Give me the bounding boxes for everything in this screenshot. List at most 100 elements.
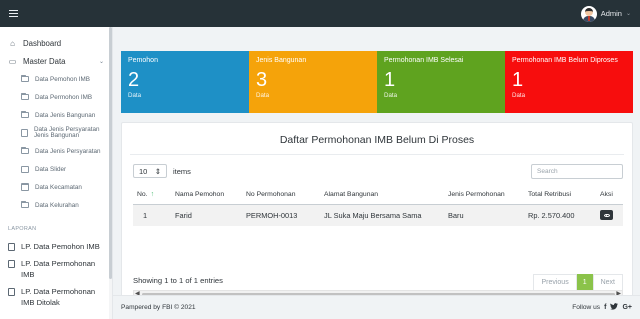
column-header-jenis[interactable]: Jenis Permohonan — [444, 185, 524, 205]
view-button[interactable] — [600, 210, 613, 221]
sidebar-item-label: Dashboard — [23, 38, 62, 48]
table-panel: Daftar Permohonan IMB Belum Di Proses 10… — [121, 122, 633, 310]
sidebar-subitem-label: Data Pemohon IMB — [35, 75, 90, 83]
calendar-icon — [21, 183, 29, 191]
sidebar-subitem-label: Data Jenis Persyaratan — [35, 147, 101, 155]
pagination-page-1[interactable]: 1 — [576, 274, 593, 291]
folder-icon: ▭ — [8, 56, 17, 66]
stat-card-value: 1 — [384, 69, 396, 91]
cell-total: Rp. 2.570.400 — [524, 204, 596, 226]
entries-length-select[interactable]: 10 ⇕ — [133, 164, 167, 178]
stat-cards: Pemohon 2 Data Jenis Bangunan 3 Data Per… — [121, 51, 633, 113]
column-header-label: No. — [137, 190, 148, 198]
document-icon — [8, 243, 15, 251]
folder-icon — [21, 110, 29, 118]
cell-no: 1 — [133, 204, 171, 226]
pagination-previous[interactable]: Previous — [533, 274, 577, 291]
stat-card-imb-belum-diproses: Permohonan IMB Belum Diproses 1 Data — [505, 51, 633, 113]
column-header-total[interactable]: Total Retribusi — [524, 185, 596, 205]
folder-icon — [21, 74, 29, 82]
chevron-down-icon[interactable]: ⌄ — [626, 10, 631, 17]
stat-card-label: Permohonan IMB Belum Diproses — [512, 57, 618, 64]
column-header-nama[interactable]: Nama Pemohon — [171, 185, 242, 205]
sidebar-subitem-data-jenis-persyaratan-bangunan[interactable]: Data Jenis Persyaratan Jenis Bangunan — [0, 124, 112, 142]
stat-card-label: Permohonan IMB Selesai — [384, 57, 464, 64]
entries-length-suffix: items — [173, 166, 191, 176]
avatar[interactable] — [580, 5, 597, 22]
stat-card-sub: Data — [384, 92, 398, 99]
cell-nama: Farid — [171, 204, 242, 226]
folder-icon — [21, 200, 29, 208]
sidebar-scrollbar[interactable] — [109, 27, 112, 319]
sidebar-item-label: LP. Data Pemohon IMB — [21, 242, 100, 251]
sidebar-subitem-label: Data Slider — [35, 165, 67, 173]
sidebar-item-dashboard[interactable]: ⌂ Dashboard — [0, 34, 112, 52]
divider — [130, 154, 624, 155]
data-table: No. ↑ Nama Pemohon No Permohonan Alamat B… — [133, 185, 623, 226]
document-icon — [8, 288, 15, 296]
cell-jenis: Baru — [444, 204, 524, 226]
sidebar-subitem-label: Data Jenis Persyaratan Jenis Bangunan — [34, 126, 99, 140]
search-input[interactable]: Search — [531, 164, 623, 179]
sidebar-subitem-label-line2: Jenis Bangunan — [34, 132, 80, 139]
sidebar-scrollbar-thumb[interactable] — [109, 27, 112, 279]
cell-nomor: PERMOH-0013 — [242, 204, 320, 226]
stat-card-value: 2 — [128, 69, 140, 91]
chevron-down-icon[interactable]: ⌄ — [99, 58, 104, 65]
document-icon — [8, 260, 15, 268]
folder-icon — [21, 146, 29, 154]
sidebar-item-lp-data-permohonan-imb-ditolak[interactable]: LP. Data Permohonan IMB Ditolak — [0, 283, 112, 311]
stat-card-jenis-bangunan: Jenis Bangunan 3 Data — [249, 51, 377, 113]
footer-credit-suffix: © 2021 — [174, 304, 196, 311]
table-row: 1 Farid PERMOH-0013 JL Suka Maju Bersama… — [133, 204, 623, 226]
cell-aksi — [596, 204, 623, 226]
stat-card-pemohon: Pemohon 2 Data — [121, 51, 249, 113]
sidebar-subitem-data-slider[interactable]: Data Slider — [0, 160, 112, 178]
follow-us-label: Follow us — [572, 304, 601, 311]
sidebar-subitem-label: Data Kecamatan — [35, 183, 82, 191]
stat-card-label: Jenis Bangunan — [256, 57, 307, 64]
select-caret-icon: ⇕ — [154, 166, 161, 176]
column-header-alamat[interactable]: Alamat Bangunan — [320, 185, 444, 205]
sidebar-subitem-data-jenis-bangunan[interactable]: Data Jenis Bangunan — [0, 106, 112, 124]
sidebar-item-label: LP. Data Permohonan IMB Ditolak — [21, 287, 96, 307]
sidebar-item-master-data[interactable]: ▭ Master Data ⌄ — [0, 52, 112, 70]
sidebar-subitem-data-permohon-imb[interactable]: Data Permohon IMB — [0, 88, 112, 106]
stat-card-sub: Data — [512, 92, 526, 99]
home-icon: ⌂ — [10, 38, 15, 48]
column-header-nomor[interactable]: No Permohonan — [242, 185, 320, 205]
footer-social: Follow us f G+ — [572, 303, 632, 312]
entries-length-value: 10 — [139, 166, 148, 176]
sidebar-item-label: LP. Data Permohonan IMB — [21, 259, 96, 279]
stat-card-label: Pemohon — [128, 57, 158, 64]
footer-credit-prefix: Pampered by — [121, 304, 161, 311]
user-name[interactable]: Admin — [601, 9, 622, 18]
sidebar-subitem-data-kecamatan[interactable]: Data Kecamatan — [0, 178, 112, 196]
hamburger-menu-icon[interactable] — [9, 10, 18, 17]
sidebar-subitem-data-pemohon-imb[interactable]: Data Pemohon IMB — [0, 70, 112, 88]
image-icon — [21, 165, 29, 173]
entries-length-control: 10 ⇕ items — [133, 164, 191, 178]
sidebar-subitem-label: Data Permohon IMB — [35, 93, 93, 101]
pagination-next[interactable]: Next — [592, 274, 623, 291]
twitter-icon[interactable] — [610, 303, 619, 312]
eye-icon — [603, 213, 610, 218]
sidebar-subitem-data-kelurahan[interactable]: Data Kelurahan — [0, 196, 112, 214]
column-header-no[interactable]: No. ↑ — [133, 185, 171, 205]
user-menu[interactable]: Admin ⌄ — [580, 5, 631, 22]
column-header-aksi[interactable]: Aksi — [596, 185, 623, 205]
facebook-icon[interactable]: f — [604, 304, 606, 311]
sort-asc-icon[interactable]: ↑ — [151, 191, 155, 198]
table-info: Showing 1 to 1 of 1 entries — [133, 276, 223, 285]
main-content: Pemohon 2 Data Jenis Bangunan 3 Data Per… — [113, 27, 640, 310]
top-navbar: Admin ⌄ — [0, 0, 640, 27]
file-icon — [21, 129, 28, 137]
folder-icon — [21, 92, 29, 100]
sidebar-item-lp-data-permohonan-imb[interactable]: LP. Data Permohonan IMB — [0, 255, 112, 283]
footer-credit-link[interactable]: FBI — [162, 304, 172, 311]
sidebar-subitem-label: Data Kelurahan — [35, 201, 79, 209]
sidebar-subitem-data-jenis-persyaratan[interactable]: Data Jenis Persyaratan — [0, 142, 112, 160]
sidebar-item-lp-data-pemohon-imb[interactable]: LP. Data Pemohon IMB — [0, 238, 112, 255]
table-header-row: No. ↑ Nama Pemohon No Permohonan Alamat B… — [133, 185, 623, 205]
google-plus-icon[interactable]: G+ — [622, 304, 632, 311]
